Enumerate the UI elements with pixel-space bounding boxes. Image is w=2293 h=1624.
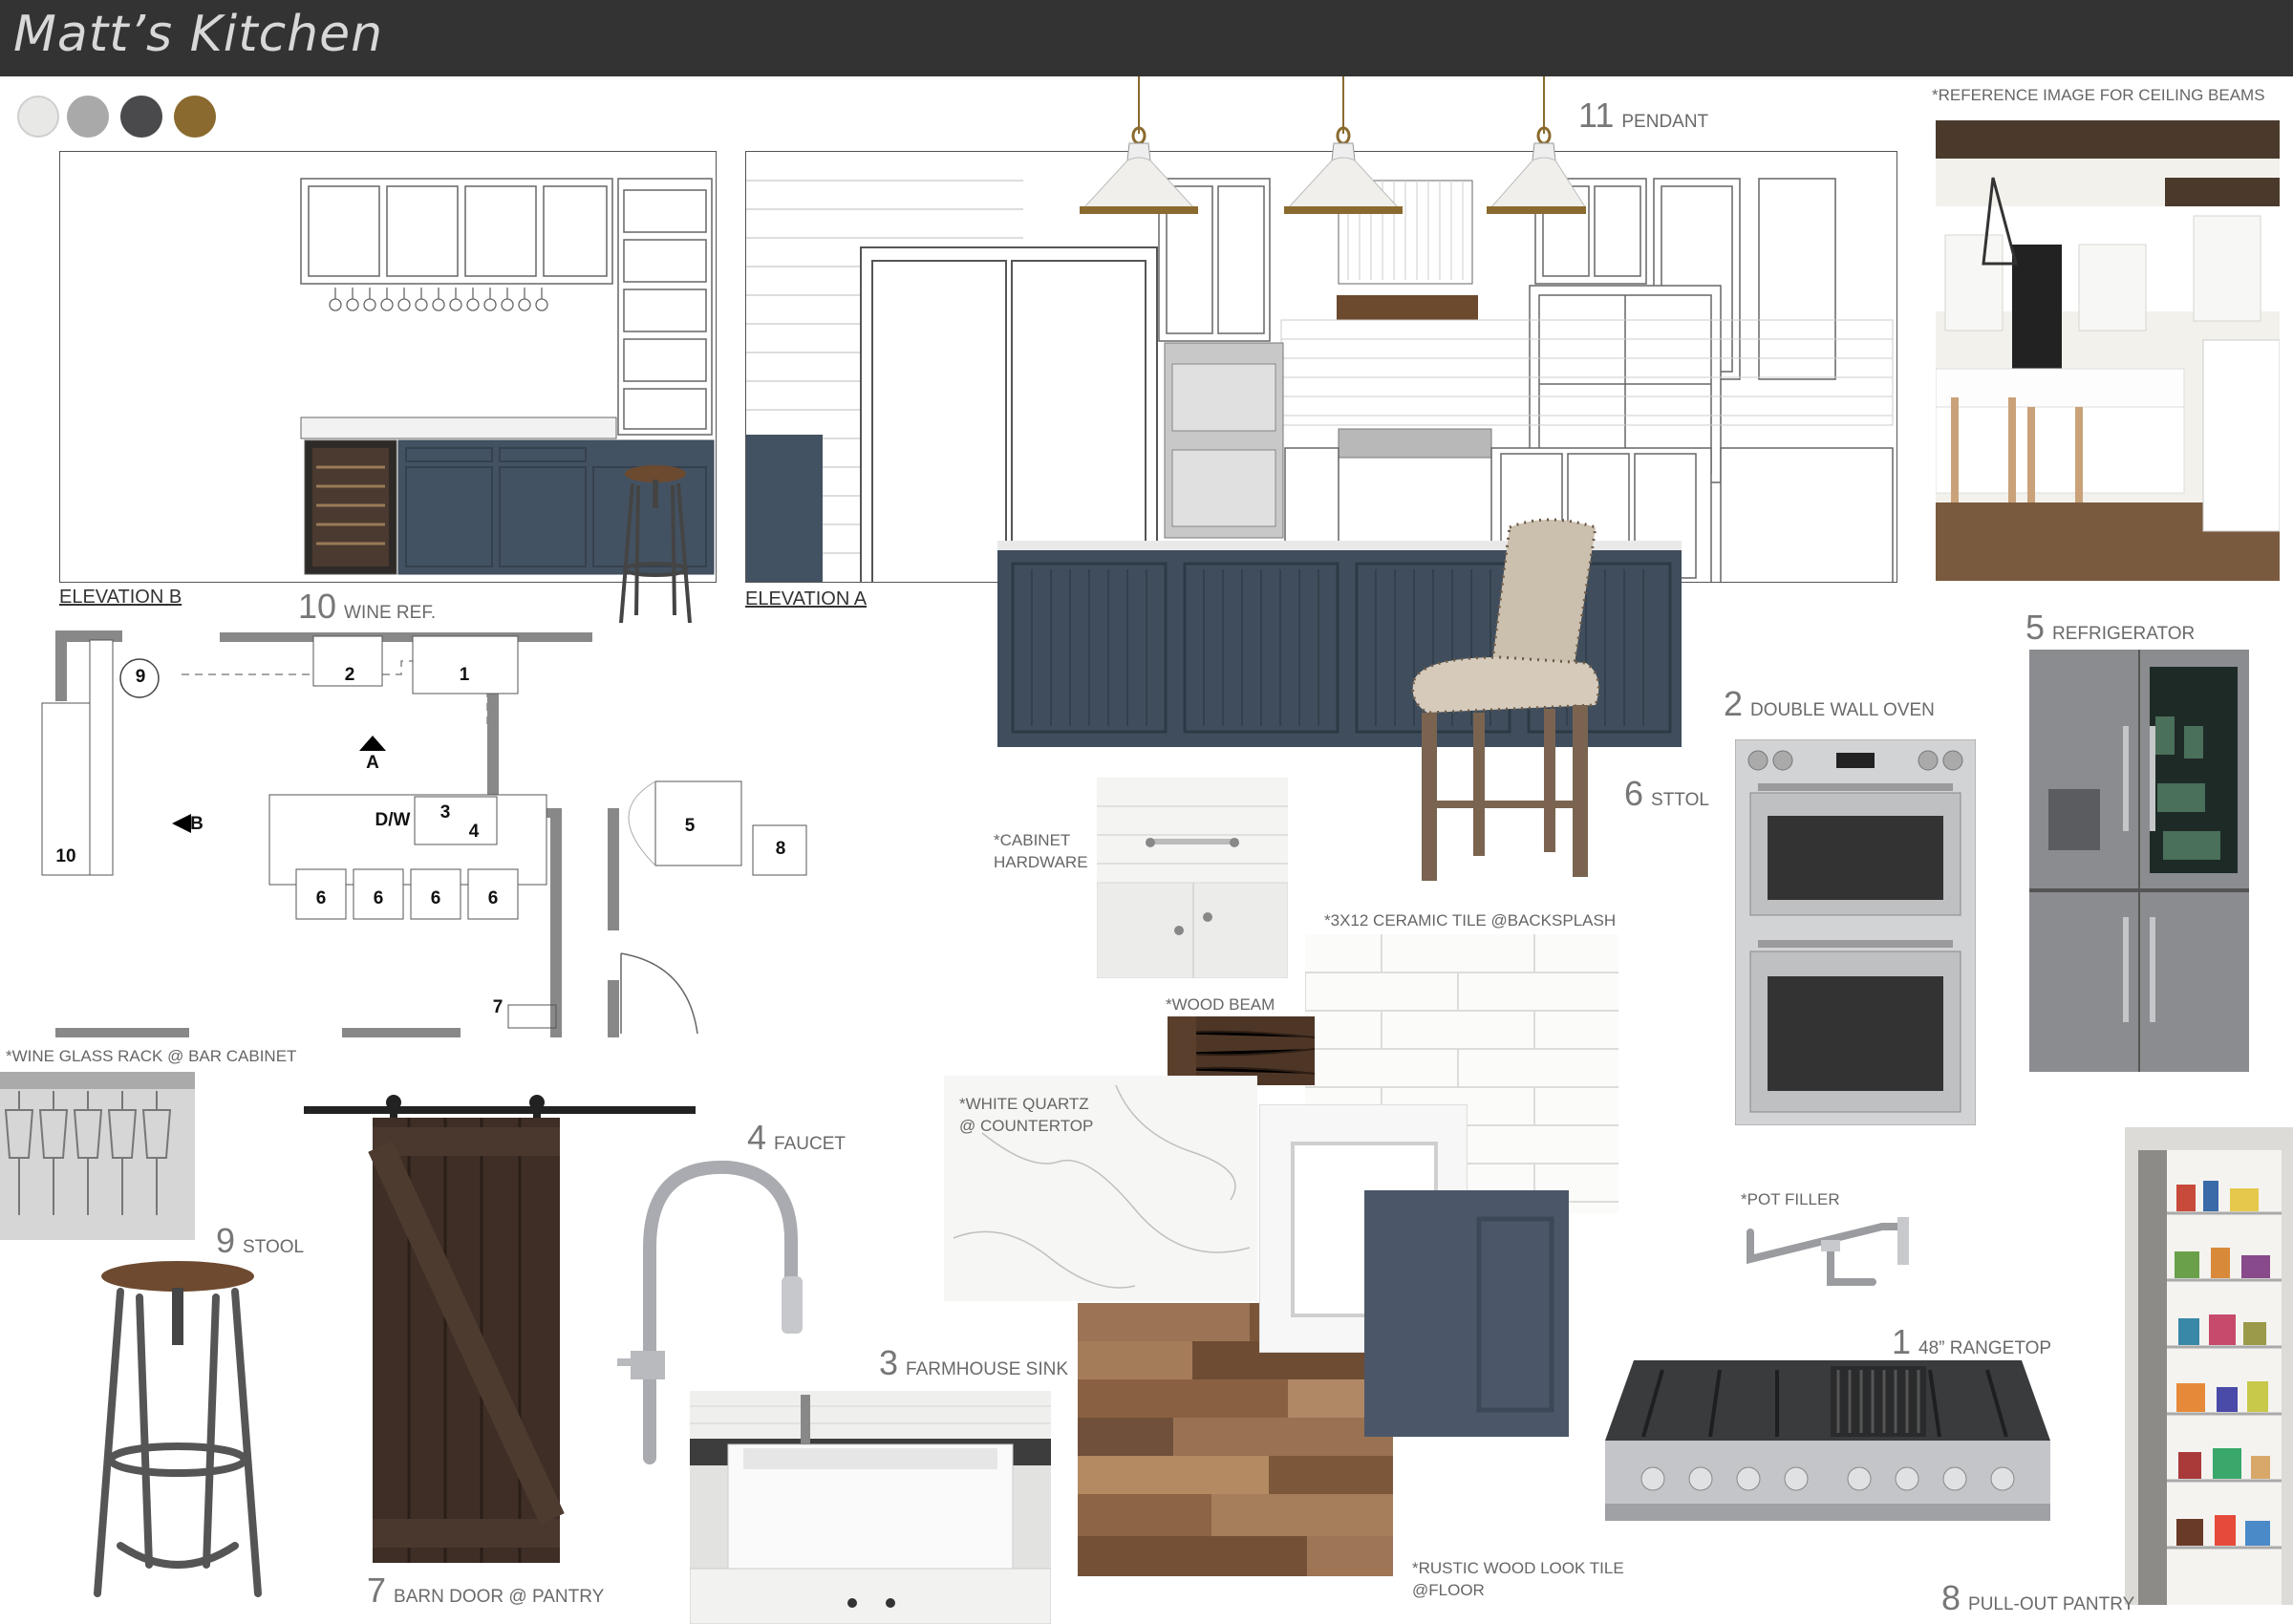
ceiling-beams-note: *REFERENCE IMAGE FOR CEILING BEAMS — [1932, 86, 2265, 104]
stool-image — [82, 1259, 273, 1605]
backsplash-note: *3X12 CERAMIC TILE @BACKSPLASH — [1324, 911, 1617, 930]
plan-label-1: 1 — [459, 665, 470, 685]
refrigerator-image — [2029, 650, 2249, 1072]
palette-swatch-bronze — [174, 96, 216, 138]
plan-label-8: 8 — [775, 839, 786, 859]
plan-label-3: 3 — [439, 802, 451, 823]
upholstered-stool-image — [1404, 514, 1634, 890]
plan-label-arrow-b: B — [190, 814, 204, 834]
refrigerator-label: 5 REFRIGERATOR — [2025, 608, 2196, 647]
white-quartz-note-line-2: @ COUNTERTOP — [959, 1117, 1094, 1135]
wine-glass-rack-image — [0, 1072, 195, 1240]
pullout-pantry-label: 8 PULL-OUT PANTRY — [1941, 1578, 2135, 1617]
palette-swatch-light-gray — [67, 96, 109, 138]
floor-plan: 9 2 1 A B 10 D/W 3 4 5 8 6 6 6 6 7 — [38, 621, 860, 1041]
white-quartz-note-line-1: *WHITE QUARTZ — [959, 1095, 1089, 1113]
navy-cabinet-sample-image — [1364, 1190, 1569, 1437]
plan-label-arrow-a: A — [366, 753, 379, 773]
wine-glass-rack-note: *WINE GLASS RACK @ BAR CABINET — [6, 1047, 297, 1065]
barn-door-label: 7 BARN DOOR @ PANTRY — [367, 1571, 605, 1610]
title-bar: Matt’s Kitchen — [0, 0, 2293, 76]
cabinet-hardware-image — [1097, 778, 1288, 978]
plan-label-5: 5 — [684, 816, 696, 836]
plan-label-6c: 6 — [430, 888, 441, 908]
farmhouse-sink-image — [690, 1391, 1051, 1624]
plan-label-10: 10 — [55, 846, 76, 866]
farmhouse-sink-label: 3 FARMHOUSE SINK — [879, 1343, 1069, 1382]
elevation-b-label: ELEVATION B — [59, 587, 182, 608]
cabinet-hardware-note-line-1: *CABINET — [994, 831, 1071, 849]
page-title: Matt’s Kitchen — [13, 6, 384, 63]
pot-filler-image — [1739, 1206, 1915, 1320]
stool-label: 9 STOOL — [216, 1221, 305, 1260]
rangetop-image — [1605, 1360, 2050, 1521]
pendant-label: 11 PENDANT — [1578, 96, 1709, 135]
palette-swatch-charcoal — [120, 96, 162, 138]
plan-label-6a: 6 — [315, 888, 327, 908]
cabinet-hardware-note-line-2: HARDWARE — [994, 853, 1088, 871]
rangetop-label: 1 48” RANGETOP — [1892, 1322, 2052, 1361]
wine-ref-label: 10 WINE REF. — [298, 587, 437, 626]
double-wall-oven-image — [1735, 739, 1976, 1125]
palette-swatch-white — [17, 96, 59, 138]
pendant-lights-image — [1070, 76, 1586, 227]
stool-elevation-b-image — [608, 462, 703, 630]
plan-label-6d: 6 — [487, 888, 499, 908]
rustic-wood-tile-note-line-2: @FLOOR — [1412, 1581, 1485, 1599]
wood-beam-note: *WOOD BEAM — [1166, 995, 1275, 1014]
sttol-label: 6 STTOL — [1624, 774, 1709, 813]
plan-label-4: 4 — [468, 822, 480, 842]
plan-label-dw: D/W — [375, 810, 411, 830]
plan-label-7: 7 — [492, 997, 504, 1017]
plan-label-9: 9 — [135, 667, 146, 687]
pullout-pantry-image — [2125, 1127, 2293, 1605]
ceiling-beams-reference-image — [1936, 120, 2280, 581]
rustic-wood-tile-note-line-1: *RUSTIC WOOD LOOK TILE — [1412, 1559, 1624, 1577]
plan-label-6b: 6 — [373, 888, 384, 908]
elevation-a-label: ELEVATION A — [745, 588, 868, 609]
double-wall-oven-label: 2 DOUBLE WALL OVEN — [1724, 684, 1935, 723]
plan-label-2: 2 — [344, 665, 355, 685]
